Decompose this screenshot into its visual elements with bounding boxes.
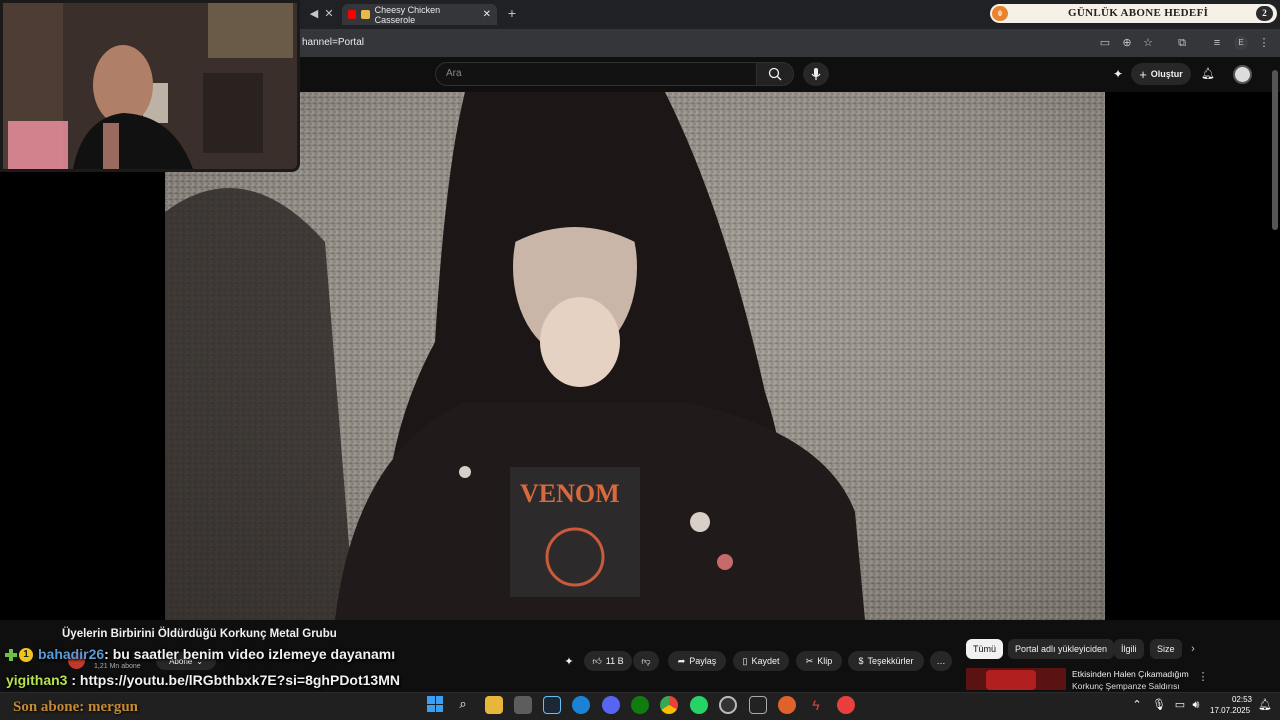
svg-text:VENOM: VENOM — [520, 479, 620, 508]
create-label: Oluştur — [1150, 69, 1183, 79]
share-button[interactable]: ➦ Paylaş — [668, 651, 726, 671]
mic-icon — [811, 68, 821, 80]
lightning-icon[interactable]: ϟ — [807, 696, 825, 714]
chat-line: bahadir26: bu saatler benim video izleme… — [38, 646, 395, 662]
more-icon[interactable]: ⋮ — [1196, 670, 1210, 684]
start-icon[interactable] — [427, 696, 443, 712]
chat-message: : bu saatler benim video izlemeye dayana… — [104, 646, 396, 662]
like-count: 11 B — [605, 656, 624, 666]
tab-active[interactable]: Cheesy Chicken Casserole ✕ — [342, 4, 497, 25]
clock-date[interactable]: 17.07.2025 — [1210, 706, 1250, 715]
subscriber-goal-widget: 0 GÜNLÜK ABONE HEDEFİ 2 — [990, 4, 1277, 23]
goal-target: 2 — [1256, 6, 1273, 21]
save-button[interactable]: ▯ Kaydet — [733, 651, 789, 671]
webcam-overlay — [0, 0, 300, 172]
chat-message: : https://youtu.be/lRGbthbxk7E?si=8ghPDo… — [67, 672, 400, 688]
clock-time[interactable]: 02:53 — [1214, 695, 1252, 704]
steam-icon[interactable] — [543, 696, 561, 714]
menu-icon[interactable]: ⋮ — [1257, 36, 1271, 50]
cast-icon[interactable]: ✦ — [1111, 67, 1125, 81]
save-label: Kaydet — [751, 656, 780, 666]
goal-label: GÜNLÜK ABONE HEDEFİ — [1068, 7, 1209, 19]
search-input[interactable]: Ara — [435, 62, 757, 86]
new-tab-button[interactable]: + — [505, 6, 519, 20]
more-actions-button[interactable]: … — [930, 651, 952, 671]
chat-line: yigithan3 : https://youtu.be/lRGbthbxk7E… — [6, 672, 400, 688]
chip-for-you[interactable]: Size — [1150, 639, 1182, 659]
mic-icon[interactable]: 🎙︎ — [1152, 698, 1166, 712]
recommended-subtitle[interactable]: Korkunç Şempanze Saldırısı — [1072, 681, 1180, 691]
profile-avatar[interactable]: E — [1234, 36, 1248, 50]
dislike-button[interactable]: 👎︎ — [633, 651, 659, 671]
file-explorer-icon[interactable] — [485, 696, 503, 714]
voice-search-button[interactable] — [803, 62, 829, 86]
video-title: Üyelerin Birbirini Öldürdüğü Korkunç Met… — [62, 628, 337, 640]
xbox-icon[interactable] — [631, 696, 649, 714]
subscriber-count: 1,21 Mn abone — [94, 663, 141, 670]
search-icon — [768, 67, 782, 81]
thanks-button[interactable]: $ Teşekkürler — [848, 651, 924, 671]
scissors-icon: ✂ — [805, 655, 814, 666]
chevron-right-icon[interactable]: › — [1186, 642, 1200, 656]
thanks-label: Teşekkürler — [867, 656, 914, 666]
media-icon[interactable]: ≡ — [1210, 36, 1224, 50]
store-icon[interactable] — [514, 696, 532, 714]
zoom-icon[interactable]: ⊕ — [1120, 36, 1134, 50]
folder-icon — [361, 10, 370, 19]
url-text[interactable]: hannel=Portal — [302, 37, 364, 48]
clip-label: Klip — [817, 656, 833, 666]
recommended-title[interactable]: Etkisinden Halen Çıkamadığım — [1072, 669, 1189, 679]
network-icon[interactable]: ▭ — [1173, 698, 1187, 712]
cast-icon[interactable]: ▭ — [1098, 36, 1112, 50]
chevron-up-icon[interactable]: ⌃ — [1130, 698, 1144, 712]
search-icon[interactable]: ⌕ — [456, 697, 470, 711]
chip-uploader[interactable]: Portal adlı yükleyiciden — [1008, 639, 1115, 659]
chrome-icon[interactable] — [660, 696, 678, 714]
obs-icon[interactable] — [719, 696, 737, 714]
account-avatar[interactable] — [1233, 65, 1252, 84]
thumbs-down-icon: 👎︎ — [641, 655, 651, 666]
thanks-icon: $ — [858, 656, 864, 666]
extensions-icon[interactable]: ⧉ — [1175, 36, 1189, 50]
notification-icon[interactable]: 🔔︎ — [1258, 698, 1272, 712]
bookmark-icon: ▯ — [742, 655, 748, 666]
chat-badge: 1 — [19, 648, 33, 662]
webcam-image — [3, 3, 297, 169]
youtube-favicon-icon — [348, 10, 357, 19]
video-frame[interactable]: VENOM — [165, 92, 1105, 620]
app-icon[interactable] — [778, 696, 796, 714]
plus-icon: + — [1139, 66, 1147, 82]
close-tab-icon[interactable]: ✕ — [322, 7, 336, 21]
close-icon[interactable]: ✕ — [475, 9, 491, 20]
goal-current: 0 — [992, 6, 1008, 21]
share-icon: ➦ — [677, 655, 686, 666]
clip-button[interactable]: ✂ Klip — [796, 651, 842, 671]
more-icon: … — [936, 656, 946, 666]
volume-icon[interactable]: 🔊︎ — [1189, 698, 1203, 712]
search-button[interactable] — [756, 62, 794, 86]
chip-related[interactable]: İlgili — [1114, 639, 1144, 659]
recommended-thumbnail[interactable] — [966, 668, 1066, 690]
chat-username: bahadir26 — [38, 646, 105, 662]
star-icon[interactable]: ☆ — [1141, 36, 1155, 50]
plus-badge-icon — [4, 648, 18, 662]
like-button[interactable]: 👍︎ 11 B — [584, 651, 632, 671]
chat-username: yigithan3 — [6, 672, 68, 688]
chip-all[interactable]: Tümü — [966, 639, 1004, 659]
scrollbar[interactable] — [1272, 70, 1278, 230]
speaker-icon[interactable]: ◀ — [307, 7, 321, 21]
discord-icon[interactable] — [602, 696, 620, 714]
epic-games-icon[interactable] — [749, 696, 767, 714]
media-player-icon[interactable] — [837, 696, 855, 714]
share-label: Paylaş — [689, 656, 717, 666]
thumbs-up-icon: 👍︎ — [592, 655, 602, 666]
video-image: VENOM — [165, 92, 1105, 620]
edge-icon[interactable] — [572, 696, 590, 714]
tab-title: Cheesy Chicken Casserole — [374, 4, 441, 25]
bell-icon[interactable]: 🔔︎ — [1201, 67, 1215, 81]
gear-icon[interactable]: ✦ — [562, 655, 576, 669]
whatsapp-icon[interactable] — [690, 696, 708, 714]
create-button[interactable]: + Oluştur — [1131, 63, 1191, 85]
last-subscriber: Son abone: mergun — [13, 699, 139, 715]
